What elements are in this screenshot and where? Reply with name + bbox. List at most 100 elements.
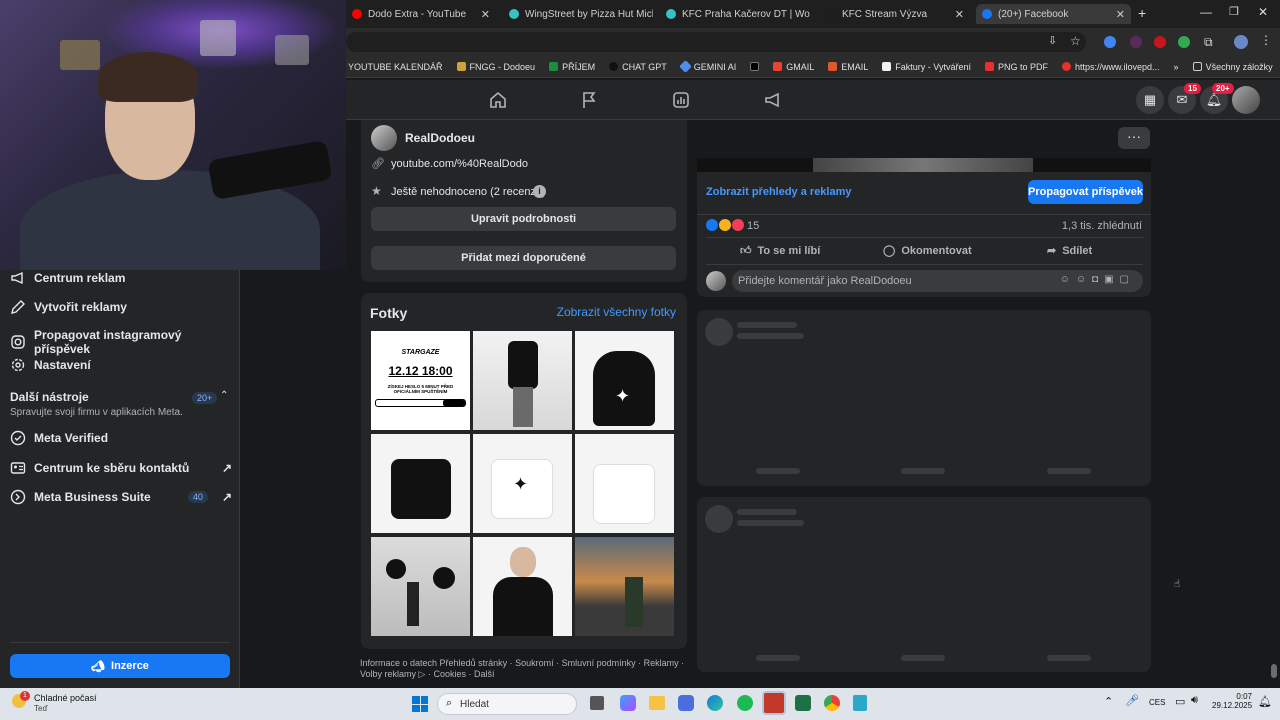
- photo[interactable]: ✦: [575, 331, 674, 430]
- notifications-bell-icon[interactable]: 🔔︎: [1258, 695, 1272, 708]
- page-link[interactable]: youtube.com/%40RealDodo: [391, 158, 528, 170]
- folder-icon[interactable]: [649, 696, 665, 710]
- url-field[interactable]: [346, 32, 1086, 52]
- copilot-icon[interactable]: [620, 695, 636, 711]
- mail-icon[interactable]: [678, 695, 694, 711]
- megaphone-icon[interactable]: [763, 90, 783, 110]
- tab-youtube[interactable]: Dodo Extra - YouTube ✕: [346, 4, 496, 24]
- tab-kfc-wolt[interactable]: KFC Praha Kačerov DT | Wolt | Z ✕: [660, 4, 810, 24]
- minimize-icon[interactable]: —: [1200, 5, 1212, 19]
- like-button[interactable]: 👍︎ To se mi líbí: [740, 244, 820, 258]
- sidebar-item-ad-center[interactable]: Centrum reklam: [10, 270, 232, 286]
- tab-wingstreet[interactable]: WingStreet by Pizza Hut Miche ✕: [503, 4, 653, 24]
- close-icon[interactable]: ✕: [955, 8, 964, 21]
- bookmark[interactable]: Faktury - Vytváření: [882, 62, 971, 72]
- bookmark[interactable]: GMAIL: [773, 62, 814, 72]
- tab-facebook[interactable]: (20+) Facebook ✕: [976, 4, 1131, 24]
- sidebar-item-business-suite[interactable]: Meta Business Suite 40 ↗: [10, 489, 232, 505]
- sidebar-item-create-ads[interactable]: Vytvořit reklamy: [10, 299, 232, 315]
- comment-tools-icons[interactable]: ☺☺◘▣▢: [1060, 274, 1135, 285]
- bookmark[interactable]: YOUTUBE KALENDÁŘ: [348, 62, 443, 72]
- all-bookmarks[interactable]: Všechny záložky: [1192, 62, 1280, 72]
- post-media[interactable]: [697, 158, 1151, 172]
- more-bookmarks-icon[interactable]: »: [1174, 62, 1179, 72]
- views-count[interactable]: 1,3 tis. zhlédnutí: [1062, 220, 1142, 232]
- flag-icon[interactable]: [579, 90, 599, 110]
- clock[interactable]: 0:07 29.12.2025: [1212, 692, 1252, 710]
- new-tab-icon[interactable]: +: [1138, 5, 1146, 21]
- restore-icon[interactable]: ❐: [1229, 5, 1239, 18]
- scrollbar[interactable]: [1271, 664, 1277, 678]
- photo[interactable]: [473, 331, 572, 430]
- advertise-button[interactable]: 📣︎ Inzerce: [10, 654, 230, 678]
- insights-icon[interactable]: [671, 90, 691, 110]
- more-options-icon[interactable]: ···: [1118, 127, 1150, 149]
- photo-poster[interactable]: STARGAZE 12.12 18:00 ZÍSKEJ HESLO 5 MINU…: [371, 331, 470, 430]
- volume-icon[interactable]: 🔊︎: [1191, 694, 1198, 707]
- photo[interactable]: [575, 537, 674, 636]
- page-avatar[interactable]: [371, 125, 397, 151]
- share-button[interactable]: ➦ Sdílet: [1047, 244, 1092, 258]
- bookmark[interactable]: GEMINI AI: [678, 60, 736, 73]
- extension-icon[interactable]: [1154, 36, 1166, 48]
- see-all-photos-link[interactable]: Zobrazit všechny fotky: [557, 305, 676, 319]
- network-icon[interactable]: ▭: [1175, 695, 1185, 708]
- bookmark[interactable]: PŘÍJEM: [549, 62, 595, 72]
- bookmark[interactable]: [750, 62, 760, 71]
- close-icon[interactable]: ✕: [481, 8, 490, 21]
- spotify-icon[interactable]: [737, 695, 753, 711]
- language-indicator[interactable]: CES: [1149, 698, 1165, 707]
- close-icon[interactable]: ✕: [1116, 8, 1125, 21]
- chrome-icon[interactable]: [824, 695, 840, 711]
- photo[interactable]: [371, 434, 470, 533]
- reactions-count[interactable]: 15: [747, 220, 759, 232]
- info-icon[interactable]: i: [533, 185, 546, 198]
- page-name[interactable]: RealDodoeu: [405, 131, 475, 145]
- bookmark[interactable]: PNG to PDF: [984, 62, 1048, 72]
- photo[interactable]: [575, 434, 674, 533]
- comment-input[interactable]: Přidejte komentář jako RealDodoeu ☺☺◘▣▢: [732, 270, 1143, 292]
- windows-start-icon[interactable]: [412, 696, 428, 712]
- taskbar-search-input[interactable]: ⌕ Hledat: [437, 693, 577, 715]
- window-close-icon[interactable]: ✕: [1258, 5, 1268, 19]
- excel-icon[interactable]: [795, 695, 811, 711]
- home-icon[interactable]: [488, 90, 508, 110]
- obs-icon[interactable]: [762, 691, 786, 715]
- photo[interactable]: [473, 537, 572, 636]
- add-featured-button[interactable]: Přidat mezi doporučené: [371, 246, 676, 270]
- install-icon[interactable]: ⇩: [1048, 34, 1057, 47]
- tab-kfc-stream[interactable]: KFC Stream Výzva ✕: [820, 4, 970, 24]
- bookmark[interactable]: EMAIL: [828, 62, 868, 72]
- task-view-icon[interactable]: [590, 696, 604, 710]
- sidebar-item-meta-verified[interactable]: Meta Verified: [10, 430, 232, 446]
- puzzle-icon[interactable]: ⧉: [1204, 35, 1213, 50]
- sidebar-item-settings[interactable]: Nastavení: [10, 357, 232, 373]
- menu-icon[interactable]: ⋮: [1260, 33, 1272, 47]
- chevron-up-icon[interactable]: ⌃: [1104, 695, 1113, 708]
- sidebar-item-promote-instagram[interactable]: Propagovat instagramový příspěvek: [10, 328, 232, 356]
- menu-grid-icon[interactable]: ▦: [1136, 86, 1164, 114]
- avatar[interactable]: [1232, 86, 1260, 114]
- photo[interactable]: ✦: [473, 434, 572, 533]
- profile-avatar[interactable]: [1234, 35, 1248, 49]
- edge-icon[interactable]: [707, 695, 723, 711]
- reactions[interactable]: [706, 219, 744, 231]
- comment-button[interactable]: ◯ Okomentovat: [883, 244, 972, 258]
- extension-icon[interactable]: [1130, 36, 1142, 48]
- footer-links[interactable]: Informace o datech Přehledů stránky · So…: [360, 658, 690, 680]
- weather-title[interactable]: Chladné počasí: [34, 693, 97, 703]
- extension-icon[interactable]: [1178, 36, 1190, 48]
- photo[interactable]: [371, 537, 470, 636]
- extension-icon[interactable]: [1104, 36, 1116, 48]
- bookmark[interactable]: FNGG - Dodoeu: [456, 62, 535, 72]
- edit-details-button[interactable]: Upravit podrobnosti: [371, 207, 676, 231]
- boost-post-button[interactable]: Propagovat příspěvek: [1028, 180, 1143, 204]
- chevron-up-icon[interactable]: ⌃: [220, 390, 228, 401]
- bookmark[interactable]: https://www.ilovepd...: [1062, 62, 1160, 72]
- sidebar-item-lead-center[interactable]: Centrum ke sběru kontaktů ↗: [10, 460, 232, 476]
- notepad-icon[interactable]: [853, 695, 867, 711]
- star-icon[interactable]: ☆: [1070, 34, 1081, 48]
- bookmark[interactable]: CHAT GPT: [609, 62, 667, 72]
- insights-link[interactable]: Zobrazit přehledy a reklamy: [706, 186, 852, 198]
- microphone-icon[interactable]: 🎤︎: [1125, 694, 1139, 707]
